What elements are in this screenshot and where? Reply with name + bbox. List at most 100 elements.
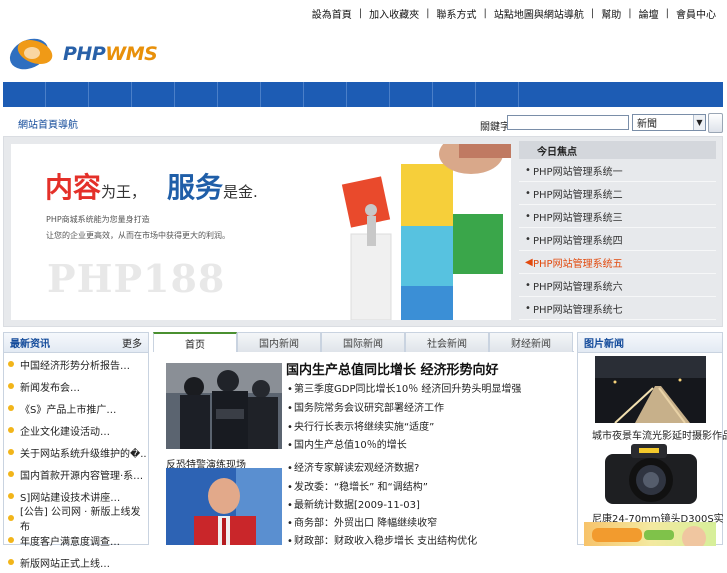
news-item-label: 第三季度GDP同比增长10％ 经济回升势头明显增强 [294, 384, 522, 395]
news-item[interactable]: •国内生产总值10％的增长 [287, 436, 407, 451]
headline[interactable]: 国内生产总值同比增长 经济形势向好 [286, 359, 499, 378]
nav-item[interactable] [433, 82, 476, 107]
focus-item-label: PHP网站管理系统四 [533, 235, 623, 247]
focus-list: 今日焦点 • PHP网站管理系统一 • PHP网站管理系统二 • PHP网站管理系统三 • P… [519, 141, 716, 320]
bullet-icon: • [287, 422, 293, 433]
news-item[interactable]: •第三季度GDP同比增长10％ 经济回升势头明显增强 [287, 380, 521, 395]
list-item-label: S]网站建设技术讲座… [20, 492, 121, 504]
bullet-icon [8, 449, 14, 455]
nav-item[interactable] [89, 82, 132, 107]
banner-image[interactable]: 内容为王， 服务是金. PHP商城系统能为您量身打造 让您的企业更高效，从而在市… [11, 144, 511, 320]
list-item-label: 新闻发布会… [20, 382, 80, 394]
focus-item[interactable]: • PHP网站管理系统四 [519, 228, 716, 251]
news-item-label: 商务部：外贸出口 降幅继续收窄 [294, 518, 438, 529]
top-link[interactable]: 幫助 [594, 6, 628, 21]
search-button[interactable] [708, 113, 723, 133]
nav-item[interactable] [347, 82, 390, 107]
nav-item[interactable] [390, 82, 433, 107]
banner-subtitle-2: 让您的企业更高效，从而在市场中获得更大的利润。 [46, 231, 230, 240]
news-item-label: 国务院常务会议研究部署经济工作 [294, 403, 444, 414]
news-photo-speaker[interactable] [166, 468, 282, 545]
focus-item-label: PHP网站管理系统一 [533, 166, 623, 178]
list-item[interactable]: 中国经济形势分析报告… [4, 353, 148, 375]
top-link[interactable]: 站點地圖與網站導航 [487, 6, 591, 21]
bullet-icon: • [287, 518, 293, 529]
focus-item[interactable]: ◀ PHP网站管理系统五 [519, 251, 716, 274]
news-item[interactable]: •最新统计数据[2009-11-03] [287, 496, 420, 511]
nav-item[interactable] [132, 82, 175, 107]
news-item[interactable]: •央行行长表示将继续实施“适度” [287, 418, 434, 433]
list-item[interactable]: 《S》产品上市推广… [4, 397, 148, 419]
nav-item[interactable] [46, 82, 89, 107]
news-item[interactable]: •国务院常务会议研究部署经济工作 [287, 399, 444, 414]
focus-item[interactable]: • PHP网站管理系统七 [519, 297, 716, 320]
bullet-icon: • [525, 302, 531, 314]
nav-item[interactable] [261, 82, 304, 107]
main-nav [3, 82, 723, 107]
focus-item[interactable]: • PHP网站管理系统三 [519, 205, 716, 228]
tab-1[interactable]: 首页 [153, 332, 237, 352]
latest-news-header: 最新资讯 更多 [4, 333, 148, 353]
list-item[interactable]: 新版网站正式上线… [4, 551, 148, 573]
tab-5[interactable]: 财经新闻 [489, 332, 573, 352]
focus-item[interactable]: • PHP网站管理系统六 [519, 274, 716, 297]
focus-item-label: PHP网站管理系统五 [533, 258, 623, 270]
news-item-label: 发改委：“稳增长” 和“调结构” [294, 482, 428, 493]
nav-item[interactable] [175, 82, 218, 107]
logo-mark-icon [9, 38, 53, 70]
chevron-down-icon: ▼ [693, 115, 705, 130]
list-item[interactable]: 国内首款开源内容管理·系… [4, 463, 148, 485]
nav-item[interactable] [218, 82, 261, 107]
top-link[interactable]: 設為首頁 [305, 6, 359, 21]
focus-item-label: PHP网站管理系统七 [533, 304, 623, 316]
site-logo[interactable]: PHPWMS [5, 30, 158, 76]
latest-news-title: 最新资讯 [10, 339, 50, 350]
camera-photo[interactable] [595, 440, 706, 510]
news-item[interactable]: •商务部：外贸出口 降幅继续收窄 [287, 514, 437, 529]
top-link[interactable]: 聯系方式 [430, 6, 484, 21]
news-item[interactable]: •发改委：“稳增长” 和“调结构” [287, 478, 428, 493]
nav-item[interactable] [3, 82, 46, 107]
search-type-select[interactable]: 新聞 ▼ [632, 114, 706, 131]
top-link[interactable]: 加入收藏夾 [362, 6, 426, 21]
tab-2[interactable]: 国内新闻 [237, 332, 321, 352]
nav-item[interactable] [476, 82, 519, 107]
list-item-label: 国内首款开源内容管理·系… [20, 470, 144, 482]
tab-4[interactable]: 社会新闻 [405, 332, 489, 352]
top-link[interactable]: 論壇 [632, 6, 666, 21]
list-item[interactable]: 新闻发布会… [4, 375, 148, 397]
more-link[interactable]: 更多 [122, 335, 142, 350]
promo-photo[interactable] [584, 522, 716, 546]
promo-photo-icon [592, 526, 706, 546]
banner-title-red: 内容为王， [45, 171, 147, 204]
banner-subtitle-1: PHP商城系统能为您量身打造 [46, 215, 150, 224]
focus-item[interactable]: • PHP网站管理系统一 [519, 159, 716, 182]
breadcrumb[interactable]: 網站首頁導航 [18, 116, 78, 131]
list-item[interactable]: 企业文化建设活动… [4, 419, 148, 441]
bullet-icon [8, 515, 14, 521]
news-photo-police[interactable] [166, 363, 282, 449]
bullet-icon: • [287, 440, 293, 451]
search-input[interactable] [507, 115, 629, 130]
news-item[interactable]: •经济专家解读宏观经济数据? [287, 459, 419, 474]
list-item-label: [公告] 公司网 · 新版上线发布 [20, 507, 141, 533]
list-item[interactable]: [公告] 公司网 · 新版上线发布 [4, 507, 148, 533]
bullet-icon: • [525, 210, 531, 222]
list-item[interactable]: 关于网站系统升级维护的�.. [4, 441, 148, 463]
night-road-photo-icon [595, 356, 706, 423]
focus-item-label: PHP网站管理系统三 [533, 212, 623, 224]
banner-title-blue: 服务是金. [167, 171, 258, 204]
focus-title: 今日焦点 [519, 141, 716, 159]
focus-item[interactable]: • PHP网站管理系统二 [519, 182, 716, 205]
news-tabs: 首页 国内新闻 国际新闻 社会新闻 财经新闻 [153, 332, 574, 352]
tab-3[interactable]: 国际新闻 [321, 332, 405, 352]
top-link[interactable]: 會員中心 [669, 6, 723, 21]
list-item-label: 新版网站正式上线… [20, 558, 110, 570]
banner-watermark: PHP188 [47, 256, 226, 301]
bullet-icon: • [287, 463, 293, 474]
bullet-icon [8, 537, 14, 543]
latest-news-box: 最新资讯 更多 中国经济形势分析报告… 新闻发布会… 《S》产品上市推广… 企业文化建… [3, 332, 149, 570]
night-traffic-photo[interactable] [595, 356, 706, 423]
nav-item[interactable] [304, 82, 347, 107]
focus-item-label: PHP网站管理系统六 [533, 281, 623, 293]
